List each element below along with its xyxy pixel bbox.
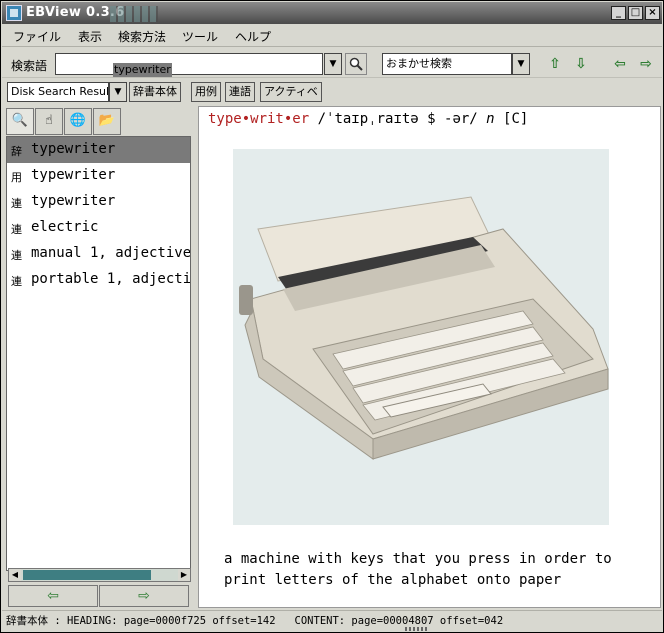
history-back-button[interactable]: ⇦ xyxy=(8,585,98,607)
item-text: manual 1, adjective xyxy=(31,245,190,261)
item-text: typewriter xyxy=(31,193,116,209)
typewriter-illustration xyxy=(233,149,609,525)
filter-toolbar: Disk Search Result ▼ 辞書本体 用例 連語 アクティベ xyxy=(2,79,662,105)
item-type-marker: 用 xyxy=(11,171,22,184)
results-panel: 🔍 ☝ 🌐 📂 辞 typewriter 用 typewriter 連 typewri… xyxy=(6,106,191,608)
status-bar: 辞書本体 : HEADING: page=0000f725 offset=142… xyxy=(2,610,662,632)
search-history-dropdown[interactable]: ▼ xyxy=(324,53,342,75)
horizontal-scrollbar[interactable]: ◀ ▶ xyxy=(8,568,191,582)
results-list: 辞 typewriter 用 typewriter 連 typewriter 連 ele… xyxy=(6,136,191,571)
search-method-dropdown[interactable]: ▼ xyxy=(512,53,530,75)
toggle-examples[interactable]: 用例 xyxy=(191,82,221,102)
list-item[interactable]: 辞 typewriter xyxy=(7,137,190,163)
hand-icon: ☝ xyxy=(45,113,53,128)
title-bar: EBView 0.3.6 _ □ × xyxy=(2,2,662,24)
dictionary-dropdown[interactable]: ▼ xyxy=(109,82,127,102)
search-method-select[interactable]: おまかせ検索 xyxy=(382,53,512,75)
title-decoration xyxy=(110,6,158,22)
up-arrow-icon[interactable]: ⇧ xyxy=(548,57,562,71)
definition-line: print letters of the alphabet onto paper xyxy=(224,572,562,588)
item-type-marker: 辞 xyxy=(11,145,22,158)
scrollbar-thumb[interactable] xyxy=(23,570,151,580)
item-type-marker: 連 xyxy=(11,249,22,262)
item-type-marker: 連 xyxy=(11,223,22,236)
back-arrow-icon[interactable]: ⇦ xyxy=(613,57,627,71)
forward-arrow-icon[interactable]: ⇨ xyxy=(639,57,653,71)
tab-bookmarks[interactable]: ☝ xyxy=(35,108,63,135)
list-item[interactable]: 連 typewriter xyxy=(7,189,190,215)
minimize-button[interactable]: _ xyxy=(611,6,626,20)
menu-tools[interactable]: ツール xyxy=(182,28,218,45)
menu-help[interactable]: ヘルプ xyxy=(235,28,271,45)
menu-search-method[interactable]: 検索方法 xyxy=(118,28,166,45)
forward-arrow-icon: ⇨ xyxy=(138,588,150,604)
typewriter-image xyxy=(239,196,609,460)
close-button[interactable]: × xyxy=(645,6,660,20)
search-button[interactable] xyxy=(345,53,367,75)
app-icon xyxy=(6,5,22,21)
item-text: typewriter xyxy=(31,167,116,183)
item-type-marker: 連 xyxy=(11,197,22,210)
history-forward-button[interactable]: ⇨ xyxy=(99,585,189,607)
search-input[interactable]: typewriter xyxy=(55,53,323,77)
entry-definition: a machine with keys that you press in or… xyxy=(224,549,644,591)
entry-content-pane: type•writ•er /ˈtaɪpˌraɪtə $ -ər/ n [C] a… xyxy=(198,106,661,608)
tab-web[interactable]: 🌐 xyxy=(64,108,92,135)
menu-file[interactable]: ファイル xyxy=(13,28,61,45)
pane-resize-grip[interactable] xyxy=(405,627,427,631)
item-text: electric xyxy=(31,219,99,235)
search-input-value: typewriter xyxy=(113,63,172,77)
list-item[interactable]: 連 manual 1, adjective xyxy=(7,241,190,267)
item-type-marker: 連 xyxy=(11,275,22,288)
item-text: typewriter xyxy=(31,141,116,157)
search-label: 検索語 xyxy=(11,59,48,73)
scroll-right-icon[interactable]: ▶ xyxy=(178,569,190,581)
tab-files[interactable]: 📂 xyxy=(93,108,121,135)
headword: type•writ•er xyxy=(208,111,310,127)
toggle-dictionary-body[interactable]: 辞書本体 xyxy=(129,82,181,102)
search-icon xyxy=(349,57,363,71)
grammar-code: [C] xyxy=(494,111,529,127)
toggle-activator[interactable]: アクティベ xyxy=(260,82,322,102)
back-arrow-icon: ⇦ xyxy=(47,588,59,604)
down-arrow-icon[interactable]: ⇩ xyxy=(574,57,588,71)
list-item[interactable]: 連 portable 1, adjective xyxy=(7,267,190,293)
search-toolbar: 検索語 typewriter ▼ おまかせ検索 ▼ ⇧ ⇩ ⇦ ⇨ xyxy=(2,48,662,78)
part-of-speech: n xyxy=(486,111,495,127)
menu-view[interactable]: 表示 xyxy=(78,28,102,45)
app-window: EBView 0.3.6 _ □ × ファイル 表示 検索方法 ツール ヘルプ … xyxy=(0,0,664,633)
folder-icon: 📂 xyxy=(98,113,116,128)
pronunciation: /ˈtaɪpˌraɪtə $ -ər/ xyxy=(309,111,487,127)
list-item[interactable]: 用 typewriter xyxy=(7,163,190,189)
list-item[interactable]: 連 electric xyxy=(7,215,190,241)
item-text: portable 1, adjective xyxy=(31,271,190,287)
globe-icon: 🌐 xyxy=(69,113,87,128)
dictionary-select[interactable]: Disk Search Result xyxy=(7,82,109,102)
menu-bar: ファイル 表示 検索方法 ツール ヘルプ xyxy=(2,25,662,47)
scroll-left-icon[interactable]: ◀ xyxy=(9,569,21,581)
tab-search-results[interactable]: 🔍 xyxy=(6,108,34,135)
toggle-collocations[interactable]: 連語 xyxy=(225,82,255,102)
maximize-button[interactable]: □ xyxy=(628,6,643,20)
definition-line: a machine with keys that you press in or… xyxy=(224,551,612,567)
search-icon: 🔍 xyxy=(11,113,29,128)
entry-heading: type•writ•er /ˈtaɪpˌraɪtə $ -ər/ n [C] xyxy=(208,111,528,127)
